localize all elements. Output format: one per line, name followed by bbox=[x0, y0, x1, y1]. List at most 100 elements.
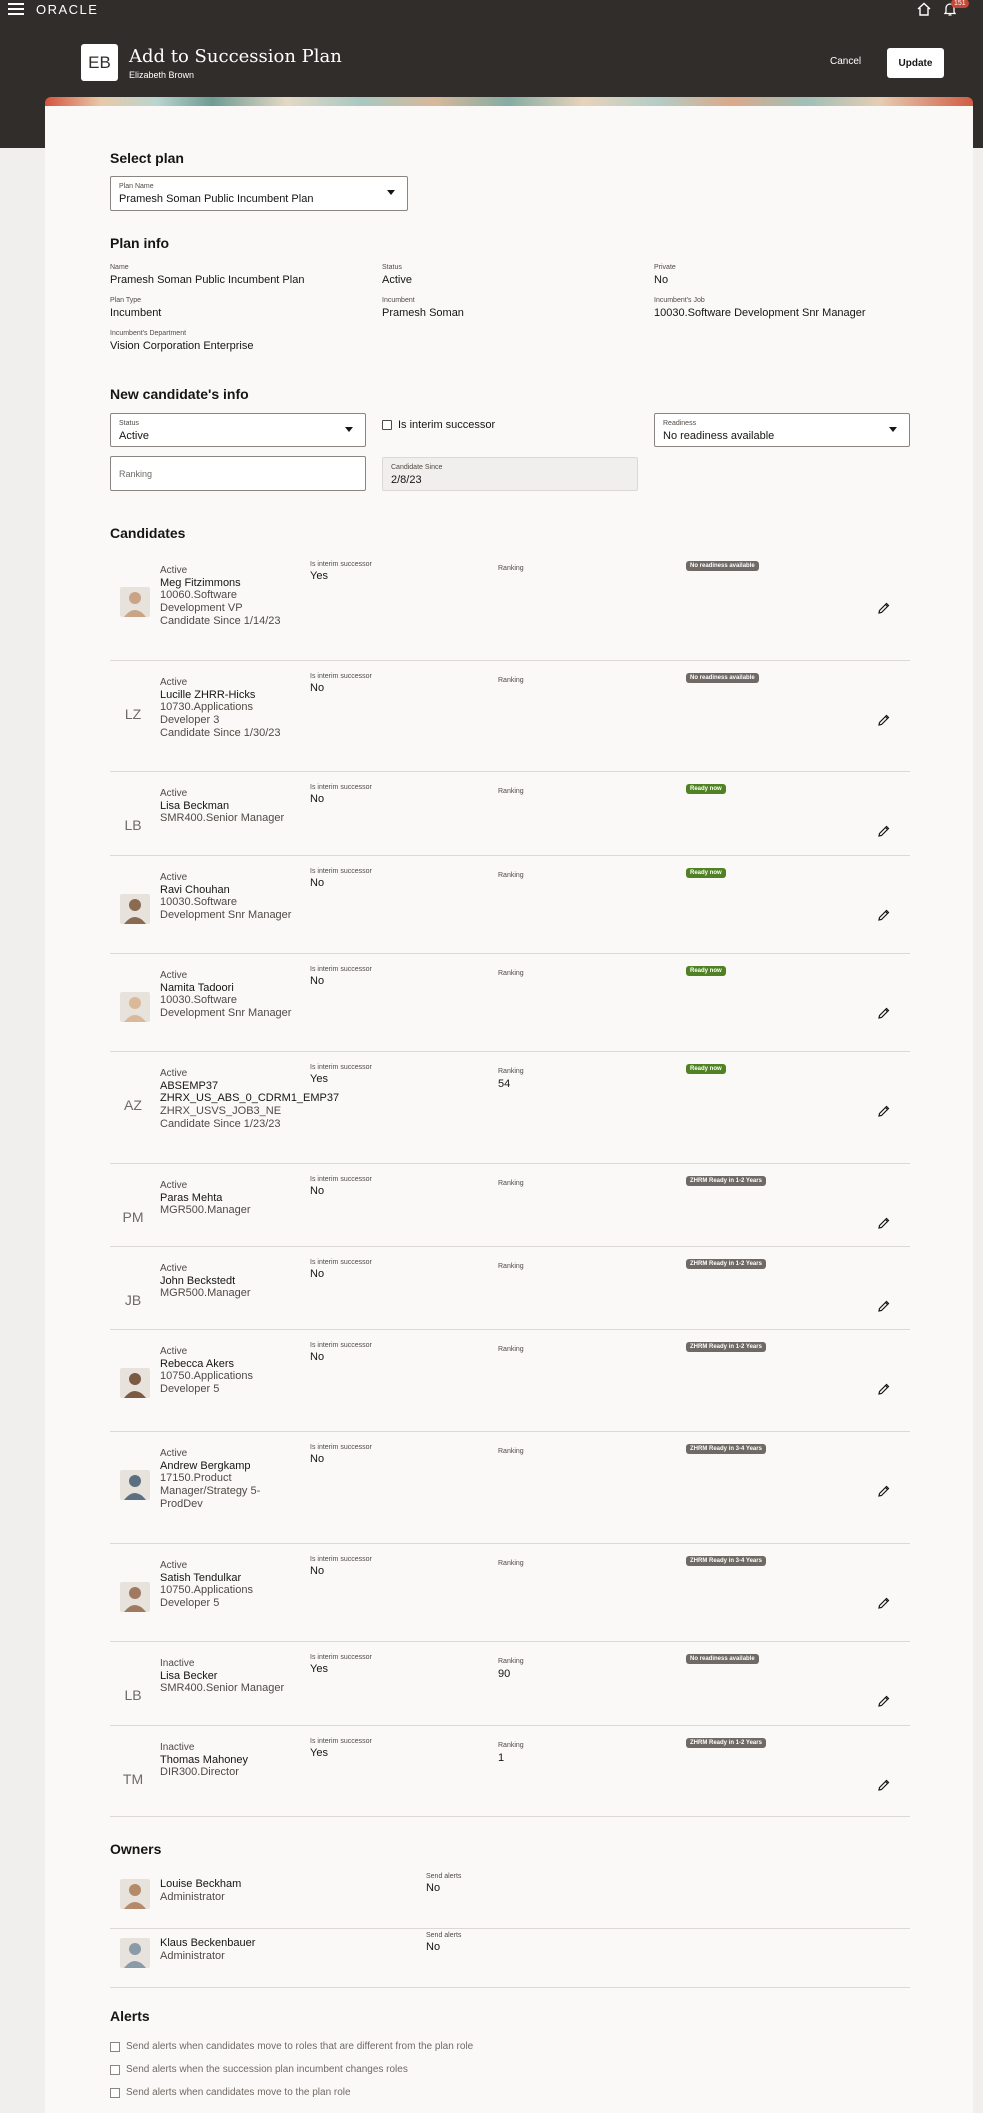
candidate-name: Andrew Bergkamp bbox=[160, 1460, 251, 1472]
edit-icon[interactable] bbox=[877, 1382, 891, 1396]
avatar: AZ bbox=[124, 1097, 142, 1113]
home-icon[interactable] bbox=[916, 1, 932, 17]
incumbent-dept-value: Vision Corporation Enterprise bbox=[110, 340, 254, 352]
avatar bbox=[120, 1938, 150, 1968]
interim-value: No bbox=[310, 1268, 325, 1280]
readiness-badge: Ready now bbox=[686, 784, 726, 794]
edit-icon[interactable] bbox=[877, 1778, 891, 1792]
readiness-badge: No readiness available bbox=[686, 561, 759, 571]
owners-heading: Owners bbox=[110, 1841, 162, 1857]
candidate-status: Active bbox=[160, 1346, 188, 1357]
candidate-name: ABSEMP37 ZHRX_US_ABS_0_CDRM1_EMP37 bbox=[160, 1080, 340, 1104]
edit-icon[interactable] bbox=[877, 713, 891, 727]
ranking-label: Ranking bbox=[498, 1560, 524, 1567]
avatar bbox=[120, 587, 150, 617]
interim-label: Is interim successor bbox=[310, 784, 372, 791]
cancel-button[interactable]: Cancel bbox=[830, 56, 861, 67]
ranking-label: Ranking bbox=[498, 1658, 524, 1665]
avatar bbox=[120, 1470, 150, 1500]
plan-status-value: Active bbox=[382, 274, 412, 286]
candidate-name: Lisa Beckman bbox=[160, 800, 230, 812]
readiness-badge: No readiness available bbox=[686, 1654, 759, 1664]
candidate-name: Meg Fitzimmons bbox=[160, 577, 241, 589]
send-alerts-label: Send alerts bbox=[426, 1932, 462, 1939]
candidate-name: Ravi Chouhan bbox=[160, 884, 230, 896]
chevron-down-icon bbox=[345, 427, 353, 432]
candidate-status: Active bbox=[160, 1068, 188, 1079]
update-button[interactable]: Update bbox=[887, 48, 944, 78]
edit-icon[interactable] bbox=[877, 824, 891, 838]
plan-name-label: Plan Name bbox=[119, 183, 154, 190]
readiness-badge: Ready now bbox=[686, 1064, 726, 1074]
candidate-name: Lucille ZHRR-Hicks bbox=[160, 689, 256, 701]
avatar: LB bbox=[124, 817, 142, 833]
edit-icon[interactable] bbox=[877, 1104, 891, 1118]
ranking-label: Ranking bbox=[498, 1742, 524, 1749]
edit-icon[interactable] bbox=[877, 1484, 891, 1498]
readiness-value: No readiness available bbox=[663, 430, 775, 442]
row-divider bbox=[110, 1246, 910, 1247]
candidate-status-select[interactable]: Status Active bbox=[110, 413, 366, 447]
alert-checkbox[interactable] bbox=[110, 2088, 120, 2098]
row-divider bbox=[110, 1543, 910, 1544]
plan-private-value: No bbox=[654, 274, 669, 286]
row-divider bbox=[110, 1051, 910, 1052]
avatar: PM bbox=[122, 1209, 144, 1225]
readiness-select[interactable]: Readiness No readiness available bbox=[654, 413, 910, 447]
candidate-job: 17150.Product Manager/Strategy 5-ProdDev bbox=[160, 1472, 261, 1510]
alert-label[interactable]: Send alerts when candidates move to role… bbox=[126, 2041, 473, 2052]
menu-icon[interactable] bbox=[8, 3, 24, 15]
candidate-job: SMR400.Senior Manager bbox=[160, 1682, 285, 1694]
edit-icon[interactable] bbox=[877, 1299, 891, 1313]
plan-type-label: Plan Type bbox=[110, 297, 142, 304]
edit-icon[interactable] bbox=[877, 1694, 891, 1708]
interim-value: Yes bbox=[310, 1663, 328, 1675]
candidate-status: Active bbox=[160, 565, 188, 576]
oracle-logo[interactable]: ORACLE bbox=[36, 2, 98, 17]
owner-name: Klaus Beckenbauer bbox=[160, 1937, 256, 1949]
interim-successor-checkbox[interactable] bbox=[382, 420, 392, 430]
edit-icon[interactable] bbox=[877, 1006, 891, 1020]
edit-icon[interactable] bbox=[877, 1216, 891, 1230]
notification-badge: 151 bbox=[951, 0, 969, 8]
avatar: TM bbox=[122, 1771, 144, 1787]
page-title: Add to Succession Plan bbox=[129, 46, 342, 67]
readiness-badge: No readiness available bbox=[686, 673, 759, 683]
row-divider bbox=[110, 1987, 910, 1988]
interim-label: Is interim successor bbox=[310, 868, 372, 875]
alert-checkbox[interactable] bbox=[110, 2065, 120, 2075]
plan-name-select[interactable]: Plan Name Pramesh Soman Public Incumbent… bbox=[110, 176, 408, 211]
edit-icon[interactable] bbox=[877, 601, 891, 615]
interim-label: Is interim successor bbox=[310, 1259, 372, 1266]
ranking-label: Ranking bbox=[498, 970, 524, 977]
candidate-status: Active bbox=[160, 1560, 188, 1571]
interim-value: No bbox=[310, 975, 325, 987]
candidate-job: MGR500.Manager bbox=[160, 1204, 251, 1216]
ranking-value: 1 bbox=[498, 1752, 505, 1764]
candidate-job: 10030.Software Development Snr Manager bbox=[160, 896, 292, 921]
plan-name-info-label: Name bbox=[110, 264, 129, 271]
interim-label: Is interim successor bbox=[310, 1654, 372, 1661]
plan-private-label: Private bbox=[654, 264, 676, 271]
interim-value: Yes bbox=[310, 1073, 328, 1085]
candidate-job: 10730.Applications Developer 3 bbox=[160, 701, 253, 726]
interim-value: No bbox=[310, 793, 325, 805]
interim-successor-label[interactable]: Is interim successor bbox=[398, 419, 495, 431]
alert-checkbox[interactable] bbox=[110, 2042, 120, 2052]
candidate-job: 10060.Software Development VP bbox=[160, 589, 243, 614]
ranking-label: Ranking bbox=[498, 677, 524, 684]
interim-value: No bbox=[310, 1185, 325, 1197]
edit-icon[interactable] bbox=[877, 1596, 891, 1610]
interim-label: Is interim successor bbox=[310, 1444, 372, 1451]
ranking-input[interactable]: Ranking bbox=[110, 456, 366, 491]
candidate-since-label: Candidate Since bbox=[391, 464, 443, 471]
alert-label[interactable]: Send alerts when candidates move to the … bbox=[126, 2087, 351, 2098]
plan-name-value: Pramesh Soman Public Incumbent Plan bbox=[119, 193, 314, 205]
edit-icon[interactable] bbox=[877, 908, 891, 922]
alert-label[interactable]: Send alerts when the succession plan inc… bbox=[126, 2064, 408, 2075]
candidate-since: Candidate Since 1/23/23 bbox=[160, 1118, 281, 1130]
row-divider bbox=[110, 660, 910, 661]
global-topbar: ORACLE 151 bbox=[0, 0, 983, 20]
page-subtitle: Elizabeth Brown bbox=[129, 70, 195, 80]
avatar bbox=[120, 1879, 150, 1909]
